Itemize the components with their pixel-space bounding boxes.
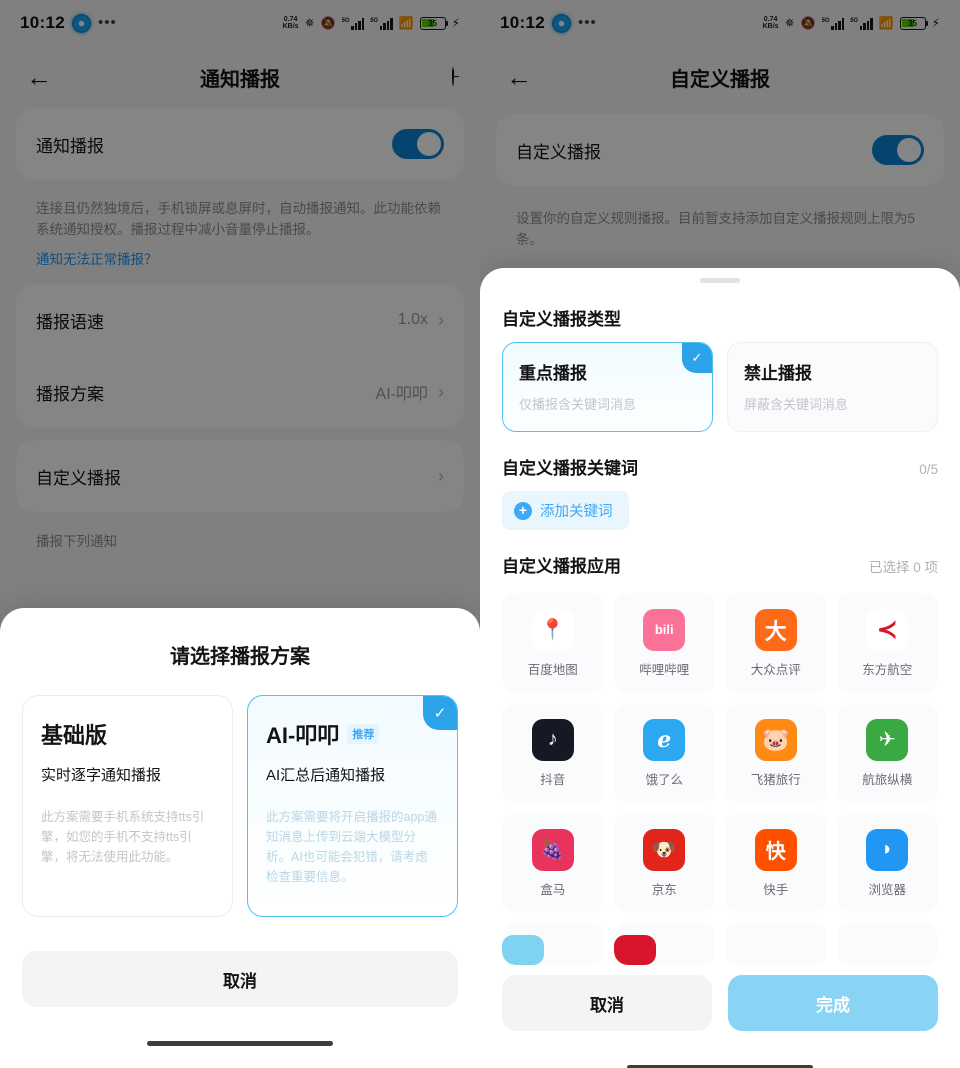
app-item[interactable]: bili 哔哩哔哩 [613,593,715,693]
check-icon: ✓ [682,343,712,373]
cancel-button[interactable]: 取消 [22,951,458,1007]
app-item[interactable]: ♪ 抖音 [502,703,604,803]
app-label: 抖音 [540,772,566,787]
plan-ai-name: AI-叩叩 [266,723,340,748]
left-phone-screen: 10:12 ••• 0.74 KB/s ✵ 🔕 5G 5G 📶 35 ⚡ ← 通… [0,0,480,1068]
add-keyword-button[interactable]: + 添加关键词 [502,491,629,530]
plan-ai-subtitle: AI汇总后通知播报 [266,767,386,784]
cancel-button[interactable]: 取消 [502,975,712,1031]
type-block-sub: 屏蔽含关键词消息 [744,397,849,412]
plan-grid: 基础版 实时逐字通知播报 此方案需要手机系统支持tts引擎，如您的手机不支持tt… [0,695,480,943]
keyword-count: 0/5 [919,462,938,477]
type-section-title: 自定义播报类型 [502,310,621,329]
right-phone-screen: 10:12 ••• 0.74 KB/s ✵ 🔕 5G 5G 📶 35 ⚡ ← 自… [480,0,960,1068]
app-icon-baidu-maps: 📍 [531,608,574,651]
type-card-keyword-only[interactable]: ✓ 重点播报 仅播报含关键词消息 [502,342,713,432]
plan-basic-subtitle: 实时逐字通知播报 [41,767,162,784]
app-item[interactable]: 大大众点评 [725,593,827,693]
app-item[interactable]: ≺ 东方航空 [836,593,938,693]
app-icon-kuaishou: 快 [754,828,797,871]
app-item[interactable]: 快快手 [725,813,827,913]
right-home-indicator-wrap [480,1031,960,1068]
keyword-section-head: 自定义播报关键词 0/5 [502,432,938,491]
app-item-partial[interactable] [613,923,715,965]
plan-ai-name-wrap: AI-叩叩 推荐 [266,718,439,750]
app-icon-umetrip: ✈ [866,718,909,761]
app-item-partial[interactable] [725,923,827,965]
app-icon-partial-blue [502,935,544,965]
plus-icon: + [514,501,532,520]
app-label: 哔哩哔哩 [639,662,690,677]
app-icon-hema: 🍇 [531,828,574,871]
screenshot-stage: 10:12 ••• 0.74 KB/s ✵ 🔕 5G 5G 📶 35 ⚡ ← 通… [0,0,960,1068]
type-section-head: 自定义播报类型 [502,283,938,342]
app-icon-china-eastern: ≺ [866,608,909,651]
choose-plan-footer: 取消 [0,943,480,1007]
add-keyword-row: + 添加关键词 [502,491,938,530]
app-label: 大众点评 [750,662,801,677]
plan-card-basic[interactable]: 基础版 实时逐字通知播报 此方案需要手机系统支持tts引擎，如您的手机不支持tt… [22,695,233,917]
app-label: 浏览器 [868,882,906,897]
app-item[interactable]: ◗ 浏览器 [836,813,938,913]
choose-plan-sheet: 请选择播报方案 基础版 实时逐字通知播报 此方案需要手机系统支持tts引擎，如您… [0,608,480,1068]
type-keyword-only-sub: 仅播报含关键词消息 [519,397,637,412]
home-indicator[interactable] [147,1041,333,1046]
app-label: 东方航空 [862,662,913,677]
type-block-name: 禁止播报 [744,364,812,383]
app-icon-douyin: ♪ [531,718,574,761]
keyword-section-title: 自定义播报关键词 [502,459,638,478]
add-keyword-label: 添加关键词 [540,504,613,520]
check-icon: ✓ [423,696,457,730]
plan-ai-note: 此方案需要将开启播报的app通知消息上传到云端大模型分析。AI也可能会犯错，请考… [266,810,437,884]
app-icon-fliggy: 🐷 [754,718,797,761]
app-label: 盒马 [540,882,566,897]
app-label: 饿了么 [645,772,683,787]
app-icon-dianping: 大 [754,608,797,651]
app-icon-browser: ◗ [866,828,909,871]
plan-basic-name: 基础版 [41,723,108,748]
app-icon-bilibili: bili [643,608,686,651]
app-item[interactable]: 🐶 京东 [613,813,715,913]
app-item[interactable]: 🍇 盒马 [502,813,604,913]
app-item-partial[interactable] [502,923,604,965]
done-button[interactable]: 完成 [728,975,938,1031]
app-item[interactable]: ✈ 航旅纵横 [836,703,938,803]
app-icon-jd: 🐶 [643,828,686,871]
type-grid: ✓ 重点播报 仅播报含关键词消息 禁止播报 屏蔽含关键词消息 [502,342,938,432]
app-label: 快手 [763,882,789,897]
choose-plan-title: 请选择播报方案 [170,646,310,668]
recommended-badge: 推荐 [347,724,380,744]
app-label: 京东 [651,882,677,897]
app-item[interactable]: ℯ 饿了么 [613,703,715,803]
app-item[interactable]: 📍 百度地图 [502,593,604,693]
app-label: 百度地图 [527,662,578,677]
type-card-block[interactable]: 禁止播报 屏蔽含关键词消息 [727,342,938,432]
app-section-title: 自定义播报应用 [502,557,621,576]
app-icon-eleme: ℯ [643,718,686,761]
custom-broadcast-sheet-body: 自定义播报类型 ✓ 重点播报 仅播报含关键词消息 禁止播报 屏蔽含关键词消息 自… [480,283,960,965]
app-section-head: 自定义播报应用 已选择 0 项 [502,530,938,589]
plan-basic-note: 此方案需要手机系统支持tts引擎，如您的手机不支持tts引擎，将无法使用此功能。 [41,810,205,864]
custom-broadcast-sheet: 自定义播报类型 ✓ 重点播报 仅播报含关键词消息 禁止播报 屏蔽含关键词消息 自… [480,268,960,1068]
app-item[interactable]: 🐷 飞猪旅行 [725,703,827,803]
custom-broadcast-footer: 取消 完成 [480,965,960,1031]
app-label: 航旅纵横 [862,772,913,787]
app-icon-partial-red [613,935,656,965]
app-selected-count: 已选择 0 项 [868,560,938,575]
app-label: 飞猪旅行 [750,772,801,787]
type-keyword-only-name: 重点播报 [519,364,587,383]
app-grid: 📍 百度地图 bili 哔哩哔哩 大大众点评 ≺ 东方航空 ♪ 抖音 ℯ 饿了么 🐷 飞猪旅… [502,593,938,965]
plan-card-ai[interactable]: ✓ AI-叩叩 推荐 AI汇总后通知播报 此方案需要将开启播报的app通知消息上… [247,695,458,917]
left-home-indicator-wrap [0,1007,480,1068]
app-item-partial[interactable] [836,923,938,965]
